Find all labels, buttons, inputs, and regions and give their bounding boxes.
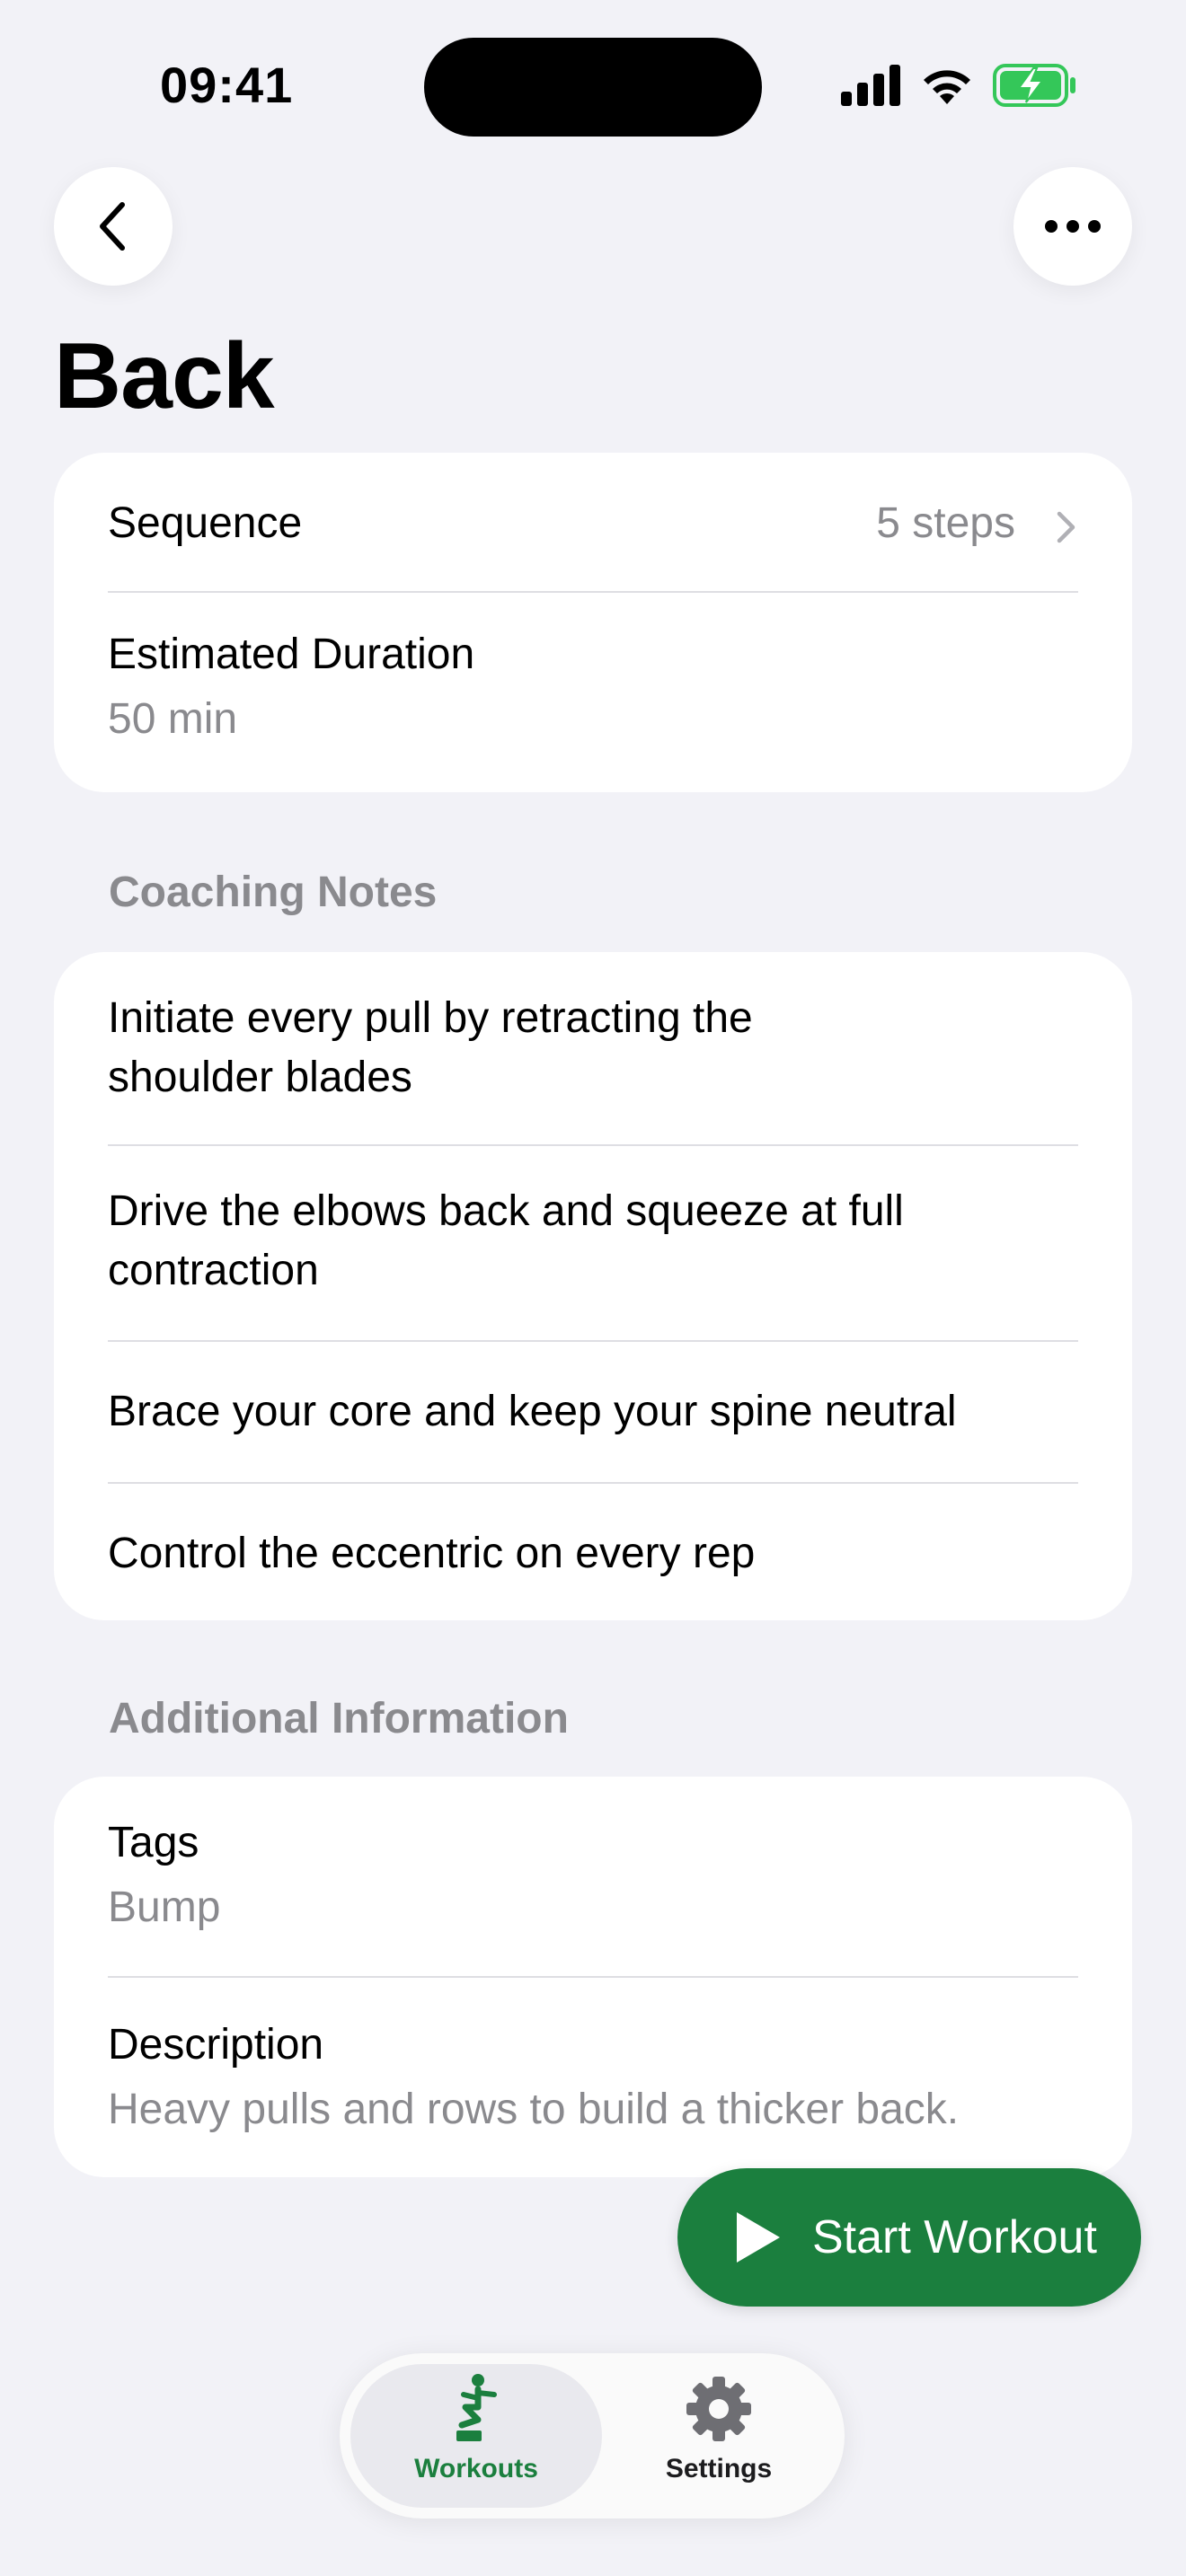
summary-card: Sequence 5 steps Estimated Duration 50 m… [54, 453, 1132, 792]
more-options-button[interactable] [1013, 167, 1132, 286]
tab-workouts-label: Workouts [414, 2454, 538, 2483]
dynamic-island [424, 38, 762, 137]
description-label: Description [108, 2021, 324, 2069]
coaching-note-line: contraction [108, 1247, 319, 1294]
battery-charging-icon [993, 64, 1075, 107]
duration-row: Estimated Duration 50 min [108, 593, 1078, 792]
coaching-note: Drive the elbows back and squeeze at ful… [108, 1146, 1078, 1342]
additional-info-header: Additional Information [109, 1695, 569, 1742]
duration-value: 50 min [108, 695, 238, 743]
coaching-note-line: Drive the elbows back and squeeze at ful… [108, 1187, 904, 1235]
tags-label: Tags [108, 1819, 199, 1866]
cellular-signal-icon [841, 65, 902, 106]
tab-settings-label: Settings [665, 2454, 773, 2483]
gear-icon [686, 2377, 751, 2441]
play-icon [737, 2212, 780, 2263]
description-value: Heavy pulls and rows to build a thicker … [108, 2086, 960, 2133]
workout-figure-icon [456, 2374, 497, 2441]
sequence-label: Sequence [108, 499, 303, 547]
coaching-note: Control the eccentric on every rep [108, 1484, 1078, 1620]
sequence-value: 5 steps [876, 499, 1015, 547]
chevron-left-icon [100, 202, 125, 251]
coaching-note-line: Initiate every pull by retracting the [108, 994, 753, 1042]
wifi-icon [924, 70, 970, 104]
tags-value: Bump [108, 1883, 221, 1931]
page-title: Back [54, 324, 275, 428]
coaching-note-line: Brace your core and keep your spine neut… [108, 1388, 957, 1435]
ellipsis-icon [1045, 220, 1101, 233]
tab-bar: Workouts Settings [340, 2353, 845, 2519]
description-row: Description Heavy pulls and rows to buil… [108, 1978, 1078, 2177]
back-button[interactable] [54, 167, 173, 286]
coaching-notes-header: Coaching Notes [109, 869, 438, 916]
status-time: 09:41 [160, 57, 294, 113]
sequence-row[interactable]: Sequence 5 steps [108, 453, 1078, 593]
coaching-note: Initiate every pull by retracting the sh… [108, 952, 1078, 1146]
coaching-notes-card: Initiate every pull by retracting the sh… [54, 952, 1132, 1620]
tab-workouts[interactable]: Workouts [350, 2364, 602, 2508]
start-workout-button[interactable]: Start Workout [677, 2168, 1141, 2307]
coaching-note-line: Control the eccentric on every rep [108, 1530, 756, 1577]
coaching-note-line: shoulder blades [108, 1054, 412, 1101]
tags-row: Tags Bump [108, 1777, 1078, 1978]
additional-info-card: Tags Bump Description Heavy pulls and ro… [54, 1777, 1132, 2177]
coaching-note: Brace your core and keep your spine neut… [108, 1342, 1078, 1484]
duration-label: Estimated Duration [108, 631, 475, 678]
tab-settings[interactable]: Settings [593, 2364, 845, 2508]
start-workout-label: Start Workout [812, 2211, 1097, 2263]
chevron-right-icon [1057, 511, 1075, 543]
